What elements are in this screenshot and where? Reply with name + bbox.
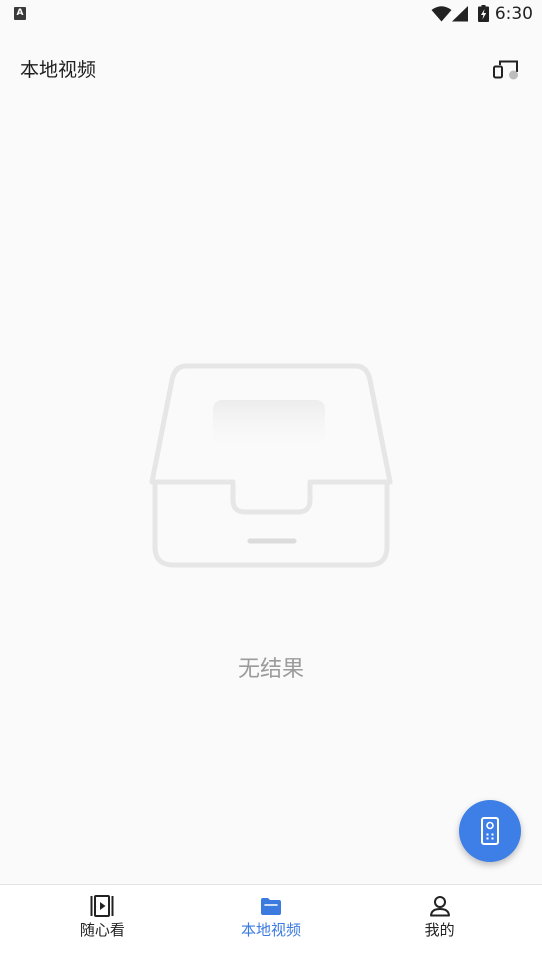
status-time: 6:30 [494, 4, 533, 24]
nav-item-profile[interactable]: 我的 [355, 885, 524, 962]
nav-item-discover[interactable]: 随心看 [18, 885, 187, 962]
nav-label: 随心看 [79, 921, 125, 939]
bottom-nav: 随心看 本地视频 我的 [0, 884, 542, 962]
person-icon [429, 896, 450, 917]
empty-message: 无结果 [237, 657, 304, 682]
nav-label: 本地视频 [241, 921, 302, 939]
page-title: 本地视频 [20, 59, 97, 81]
a-notification-icon: A [14, 7, 26, 20]
cast-icon [493, 60, 518, 80]
battery-charging-icon [478, 5, 489, 22]
remote-control-icon [481, 817, 499, 845]
signal-icon [452, 6, 468, 22]
status-bar: A 6:30 [0, 0, 542, 28]
folder-icon [261, 898, 281, 915]
cast-button[interactable] [492, 59, 520, 81]
app-header: 本地视频 [0, 28, 542, 112]
nav-item-local-video[interactable]: 本地视频 [187, 885, 356, 962]
video-play-icon [90, 895, 114, 917]
remote-control-button[interactable] [459, 800, 521, 862]
empty-tray-icon [149, 363, 393, 568]
wifi-icon [431, 6, 452, 22]
nav-label: 我的 [424, 921, 455, 939]
